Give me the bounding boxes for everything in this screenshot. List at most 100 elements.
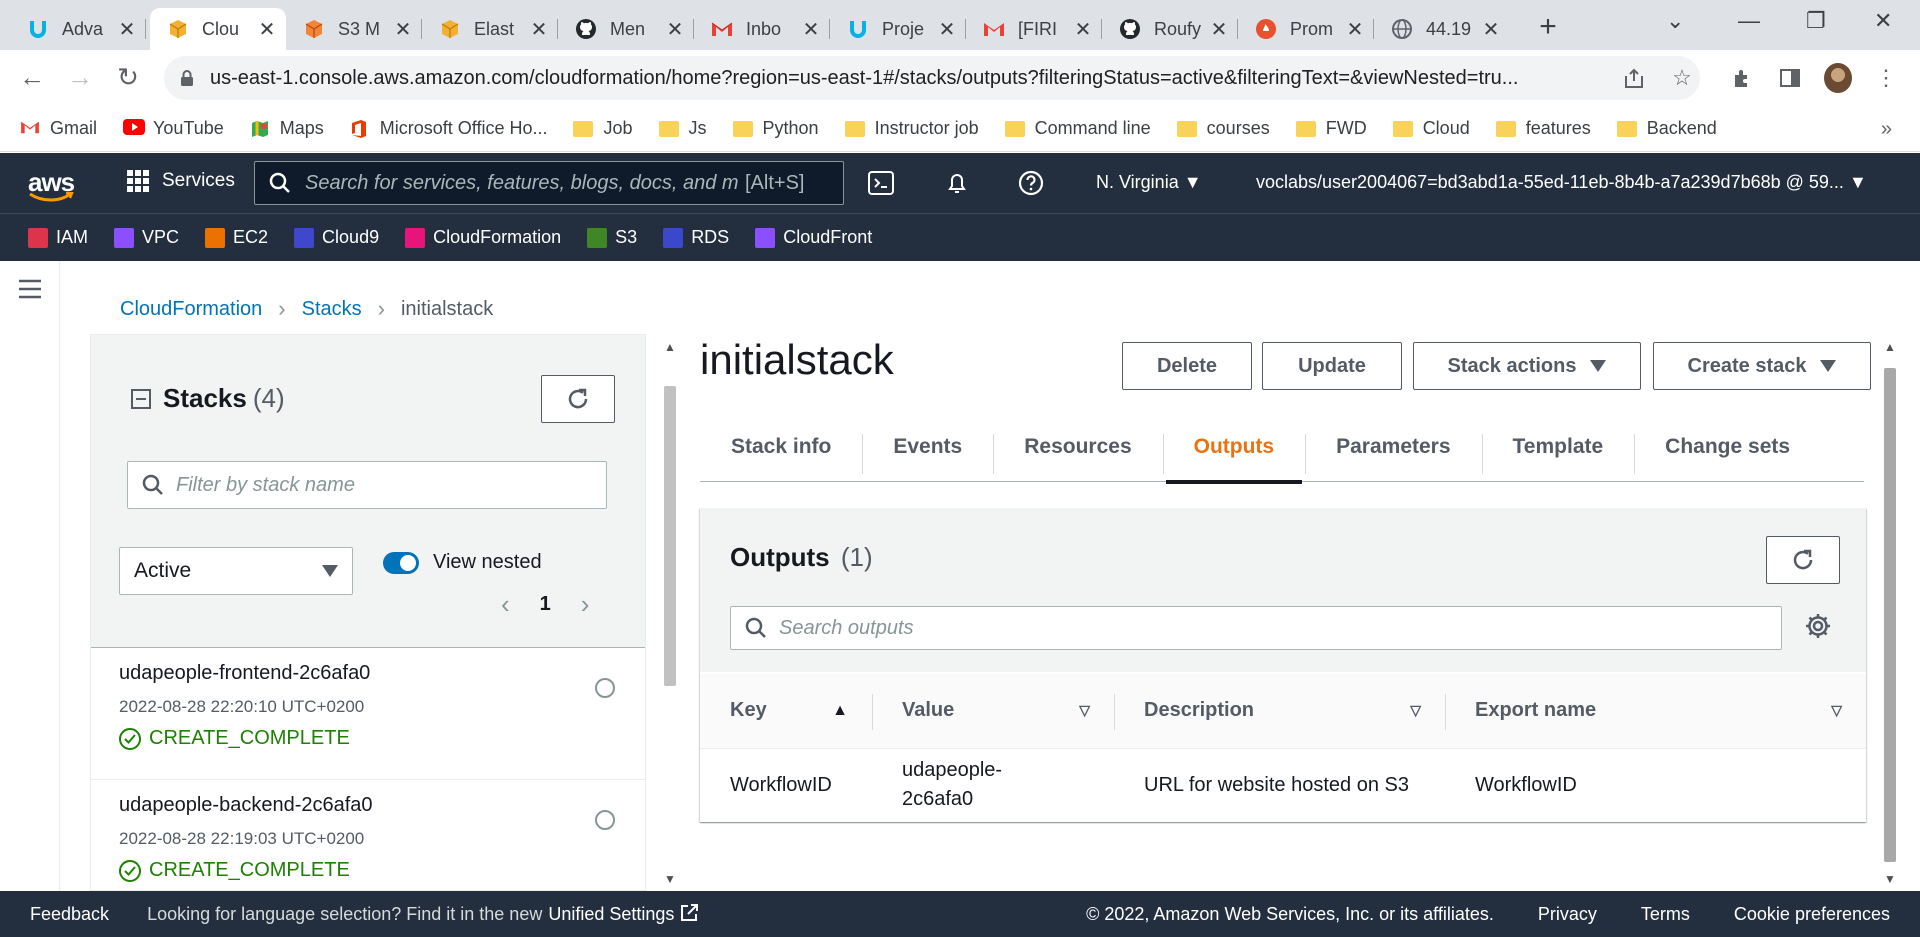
close-window-icon[interactable]: ✕ [1874,8,1892,34]
browser-tab[interactable]: Proje ✕ [830,8,966,50]
bookmark-folder[interactable]: Cloud [1392,118,1470,139]
extensions-icon[interactable] [1728,64,1756,92]
close-tab-icon[interactable]: ✕ [258,17,276,42]
minimize-icon[interactable]: — [1738,8,1760,34]
outputs-search-field[interactable] [730,606,1782,650]
bookmark-folder[interactable]: Job [573,118,633,139]
bookmark-folder[interactable]: features [1495,118,1591,139]
sort-ascending-icon[interactable]: ▲ [832,702,848,720]
breadcrumb-cloudformation[interactable]: CloudFormation [120,298,262,321]
bookmark-item[interactable]: Gmail [20,118,97,139]
chevron-right-icon[interactable]: › [581,589,590,620]
bell-icon[interactable] [942,169,972,197]
aws-search-input[interactable] [305,171,745,195]
browser-tab[interactable]: Elast ✕ [422,8,558,50]
unified-settings-link[interactable]: Unified Settings [548,903,699,925]
refresh-stacks-button[interactable] [541,375,615,423]
bookmark-folder[interactable]: Js [658,118,707,139]
column-header-description[interactable]: Description ▽ [1114,674,1445,749]
scrollbar-thumb[interactable] [664,386,676,686]
avatar[interactable] [1824,63,1852,93]
stacks-panel-scrollbar[interactable]: ▲ ▼ [660,334,682,891]
column-header-export-name[interactable]: Export name ▽ [1445,674,1866,749]
scroll-down-icon[interactable]: ▼ [664,872,676,886]
bookmark-item[interactable]: Maps [250,118,324,139]
browser-tab[interactable]: Adva ✕ [10,8,146,50]
toggle-switch[interactable] [383,551,419,574]
refresh-outputs-button[interactable] [1766,536,1840,584]
tab-resources[interactable]: Resources [993,412,1162,482]
close-tab-icon[interactable]: ✕ [530,17,548,42]
terms-link[interactable]: Terms [1641,904,1690,925]
chevron-left-icon[interactable]: ‹ [501,589,510,620]
close-tab-icon[interactable]: ✕ [394,17,412,42]
update-button[interactable]: Update [1262,342,1402,390]
bookmark-folder[interactable]: Backend [1616,118,1717,139]
stack-actions-button[interactable]: Stack actions [1413,342,1641,390]
close-tab-icon[interactable]: ✕ [1482,17,1500,42]
close-tab-icon[interactable]: ✕ [802,17,820,42]
aws-search-box[interactable]: [Alt+S] [254,161,844,205]
privacy-link[interactable]: Privacy [1538,904,1597,925]
browser-tab[interactable]: 44.19 ✕ [1374,8,1510,50]
help-icon[interactable] [1016,169,1046,197]
bookmark-star-icon[interactable]: ☆ [1668,64,1696,92]
column-header-key[interactable]: Key ▲ [700,674,872,749]
list-item[interactable]: udapeople-backend-2c6afa0 2022-08-28 22:… [91,780,645,890]
bookmark-item[interactable]: Microsoft Office Ho... [350,118,547,139]
close-tab-icon[interactable]: ✕ [118,17,136,42]
favorite-cloudfront[interactable]: CloudFront [755,227,872,248]
scroll-up-icon[interactable]: ▲ [664,340,676,354]
new-tab-button[interactable]: + [1532,10,1564,44]
sort-icon[interactable]: ▽ [1831,702,1842,719]
tab-events[interactable]: Events [862,412,993,482]
browser-tab[interactable]: [FIRI ✕ [966,8,1102,50]
bookmark-folder[interactable]: Python [732,118,819,139]
browser-tab[interactable]: Clou ✕ [150,8,286,50]
bookmark-folder[interactable]: Command line [1004,118,1151,139]
hamburger-menu-icon[interactable] [18,279,42,299]
bookmark-item[interactable]: YouTube [123,118,224,139]
select-stack-radio[interactable] [595,678,615,698]
reload-icon[interactable]: ↻ [112,62,144,93]
favorite-rds[interactable]: RDS [663,227,729,248]
close-tab-icon[interactable]: ✕ [1074,17,1092,42]
create-stack-button[interactable]: Create stack [1653,342,1871,390]
tab-search-icon[interactable]: ⌄ [1666,8,1684,34]
favorite-ec2[interactable]: EC2 [205,227,268,248]
favorite-vpc[interactable]: VPC [114,227,179,248]
collapse-panel-icon[interactable] [131,388,151,409]
cloudshell-icon[interactable] [866,169,896,197]
gear-icon[interactable] [1804,612,1832,640]
favorite-iam[interactable]: IAM [28,227,88,248]
page-number[interactable]: 1 [540,593,551,616]
close-tab-icon[interactable]: ✕ [666,17,684,42]
menu-kebab-icon[interactable]: ⋮ [1872,64,1900,92]
list-item[interactable]: udapeople-frontend-2c6afa0 2022-08-28 22… [91,648,645,780]
tab-change-sets[interactable]: Change sets [1634,412,1821,482]
tab-template[interactable]: Template [1481,412,1635,482]
bookmark-folder[interactable]: courses [1176,118,1270,139]
close-tab-icon[interactable]: ✕ [1210,17,1228,42]
bookmark-folder[interactable]: Instructor job [844,118,979,139]
scroll-down-icon[interactable]: ▼ [1884,872,1896,886]
view-nested-toggle[interactable]: View nested [383,551,542,574]
browser-tab[interactable]: Prom ✕ [1238,8,1374,50]
stack-filter-input[interactable] [176,473,596,497]
restore-icon[interactable]: ❐ [1806,8,1826,34]
status-filter-select[interactable]: Active [119,547,353,595]
favorite-cloud9[interactable]: Cloud9 [294,227,379,248]
share-icon[interactable] [1620,64,1648,92]
aws-logo[interactable]: aws [28,167,75,202]
services-menu[interactable]: Services [126,169,235,193]
forward-icon[interactable]: → [64,62,96,93]
breadcrumb-stacks[interactable]: Stacks [302,298,362,321]
favorite-s3[interactable]: S3 [587,227,637,248]
cookie-preferences-link[interactable]: Cookie preferences [1734,904,1890,925]
account-menu[interactable]: voclabs/user2004067=bd3abd1a-55ed-11eb-8… [1256,172,1867,193]
scroll-up-icon[interactable]: ▲ [1884,340,1896,354]
stack-filter-field[interactable] [127,461,607,509]
sort-icon[interactable]: ▽ [1079,702,1090,719]
stack-name[interactable]: udapeople-frontend-2c6afa0 [119,662,645,685]
browser-tab[interactable]: Roufy ✕ [1102,8,1238,50]
